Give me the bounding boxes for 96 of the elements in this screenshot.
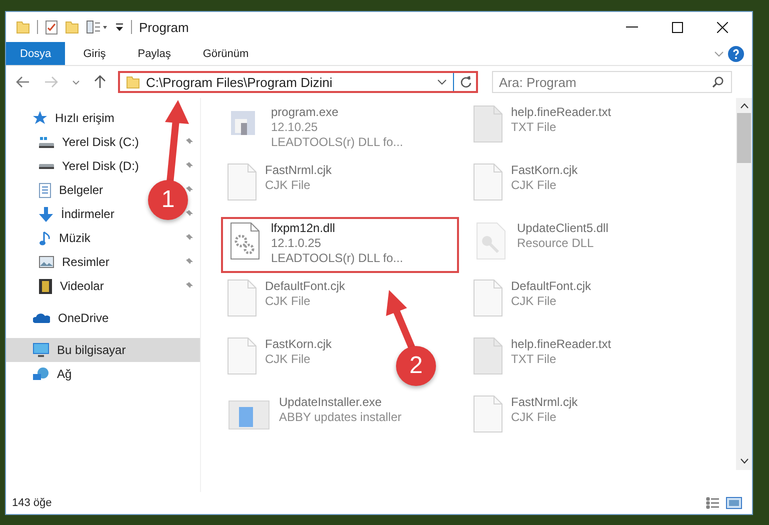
- dropdown-icon[interactable]: [115, 22, 124, 32]
- file-detail: ABBY updates installer: [279, 410, 402, 424]
- file-name: lfxpm12n.dll: [271, 221, 336, 235]
- address-bar[interactable]: C:\Program Files\Program Dizini: [118, 71, 478, 93]
- image-icon: [39, 256, 54, 268]
- nav-item[interactable]: Videolar: [6, 274, 108, 298]
- document-icon: [473, 163, 503, 201]
- search-icon: [712, 76, 724, 88]
- file-description: LEADTOOLS(r) DLL fo...: [271, 251, 404, 265]
- file-name: help.fineReader.txt: [511, 337, 612, 351]
- nav-item[interactable]: Bu bilgisayar: [6, 338, 200, 362]
- ribbon-tab[interactable]: Görünüm: [188, 42, 263, 65]
- details-view-icon[interactable]: [706, 497, 720, 509]
- document-icon: [473, 337, 503, 375]
- nav-item[interactable]: Müzik: [6, 226, 94, 250]
- properties-icon[interactable]: [86, 20, 108, 34]
- nav-item[interactable]: Hızlı erişim: [6, 106, 200, 130]
- file-detail: CJK File: [511, 294, 558, 308]
- file-detail: CJK File: [265, 178, 312, 192]
- nav-item[interactable]: İndirmeler: [6, 202, 118, 226]
- file-tile[interactable]: help.fineReader.txt TXT File: [467, 333, 618, 389]
- file-detail: 12.1.0.25: [271, 236, 322, 250]
- file-name: program.exe: [271, 105, 340, 119]
- address-path: C:\Program Files\Program Dizini: [146, 74, 334, 90]
- file-name: UpdateInstaller.exe: [279, 395, 383, 409]
- file-name: FastKorn.cjk: [511, 163, 578, 177]
- window-title: Program: [139, 20, 189, 34]
- file-tile[interactable]: FastNrml.cjk CJK File: [221, 159, 338, 215]
- document-icon: [227, 337, 257, 375]
- file-detail: CJK File: [511, 410, 558, 424]
- nav-item[interactable]: Yerel Disk (C:): [6, 130, 143, 154]
- file-detail: 12.10.25: [271, 120, 319, 134]
- maximize-icon[interactable]: [672, 22, 683, 32]
- refresh-icon[interactable]: [460, 76, 472, 88]
- file-tile[interactable]: FastKorn.cjk CJK File: [221, 333, 338, 389]
- file-tile[interactable]: FastKorn.cjk CJK File: [467, 159, 584, 215]
- document-icon: [227, 163, 257, 201]
- checklist-icon[interactable]: [45, 20, 58, 34]
- nav-item[interactable]: Yerel Disk (D:): [6, 154, 143, 178]
- search-field[interactable]: Ara: Program: [492, 71, 732, 93]
- file-tile[interactable]: lfxpm12n.dll 12.1.0.25 LEADTOOLS(r) DLL fo...: [221, 217, 459, 273]
- ribbon-tab[interactable]: Paylaş: [124, 42, 185, 65]
- annotation-arrow: [386, 290, 416, 350]
- folder-icon: [126, 75, 140, 89]
- item-count: 143 öğe: [12, 497, 52, 509]
- file-tile[interactable]: DefaultFont.cjk CJK File: [467, 275, 598, 331]
- drive-icon: [39, 136, 54, 148]
- file-name: FastNrml.cjk: [511, 395, 578, 409]
- file-detail: TXT File: [511, 352, 558, 366]
- film-icon: [39, 278, 52, 294]
- nav-item[interactable]: Resimler: [6, 250, 114, 274]
- drive-icon: [39, 164, 54, 168]
- file-detail: CJK File: [265, 294, 312, 308]
- chevron-down-icon[interactable]: [437, 79, 447, 85]
- nav-item[interactable]: Ağ: [6, 362, 200, 386]
- monitor-icon: [33, 343, 49, 357]
- file-detail: CJK File: [265, 352, 312, 366]
- file-name: FastKorn.cjk: [265, 337, 332, 351]
- file-tile[interactable]: help.fineReader.txt TXT File: [467, 101, 618, 157]
- nav-item[interactable]: OneDrive: [6, 306, 200, 330]
- document-icon: [473, 105, 503, 143]
- document-icon: [227, 279, 257, 317]
- file-detail: CJK File: [511, 178, 558, 192]
- file-tile[interactable]: FastNrml.cjk CJK File: [467, 391, 584, 447]
- scroll-down-icon[interactable]: [740, 458, 748, 464]
- up-arrow-icon[interactable]: [94, 75, 106, 89]
- chevron-down-icon[interactable]: [72, 80, 80, 84]
- file-name: DefaultFont.cjk: [511, 279, 592, 293]
- file-tile[interactable]: program.exe 12.10.25 LEADTOOLS(r) DLL fo...: [221, 101, 410, 157]
- help-icon[interactable]: [728, 46, 744, 62]
- file-name: UpdateClient5.dll: [517, 221, 608, 235]
- file-tile[interactable]: UpdateInstaller.exe ABBY updates installer: [221, 391, 408, 447]
- file-tile[interactable]: DefaultFont.cjk CJK File: [221, 275, 352, 331]
- close-icon[interactable]: [717, 22, 728, 32]
- tiles-view-icon[interactable]: [726, 497, 742, 509]
- star-icon: [33, 111, 47, 125]
- download-arrow-icon: [39, 206, 53, 222]
- ribbon-tab[interactable]: Dosya: [6, 42, 66, 65]
- scrollbar-thumb[interactable]: [737, 113, 751, 163]
- cloud-icon: [33, 313, 50, 323]
- nav-item[interactable]: Belgeler: [6, 178, 108, 202]
- file-name: FastNrml.cjk: [265, 163, 332, 177]
- file-description: LEADTOOLS(r) DLL fo...: [271, 135, 404, 149]
- file-detail: TXT File: [511, 120, 558, 134]
- file-tile[interactable]: UpdateClient5.dll Resource DLL: [467, 217, 614, 273]
- file-name: help.fineReader.txt: [511, 105, 612, 119]
- document-icon: [473, 395, 503, 433]
- document-icon: [473, 279, 503, 317]
- ribbon-tab[interactable]: Giriş: [69, 42, 120, 65]
- file-name: DefaultFont.cjk: [265, 279, 346, 293]
- network-icon: [33, 367, 49, 381]
- file-detail: Resource DLL: [517, 236, 595, 250]
- scroll-up-icon[interactable]: [740, 103, 748, 109]
- back-arrow-icon[interactable]: [16, 76, 30, 88]
- music-note-icon: [39, 230, 51, 246]
- document-icon: [39, 182, 51, 198]
